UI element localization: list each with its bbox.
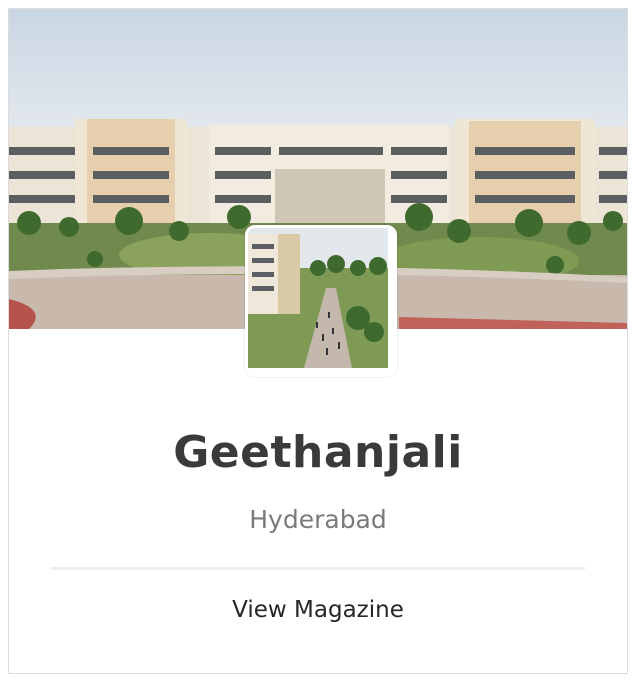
view-magazine-link[interactable]: View Magazine (9, 593, 627, 627)
college-card[interactable]: Geethanjali Hyderabad View Magazine (8, 8, 628, 674)
avatar-image (245, 225, 397, 377)
divider (51, 567, 585, 570)
view-magazine-label[interactable]: View Magazine (232, 597, 404, 623)
college-name: Geethanjali (173, 427, 463, 478)
college-location: Hyderabad (249, 505, 387, 534)
